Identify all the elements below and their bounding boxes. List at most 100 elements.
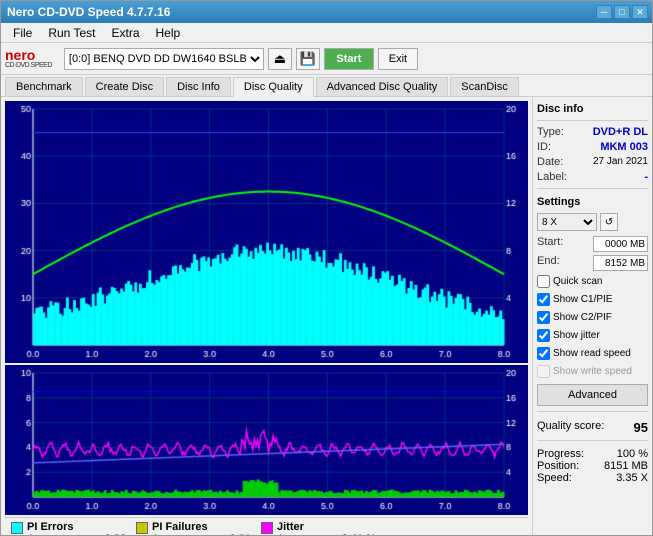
divider-2 [537, 188, 648, 189]
disc-type-value: DVD+R DL [593, 126, 648, 138]
progress-row: Progress: 100 % [537, 448, 648, 460]
show-c2pif-checkbox[interactable] [537, 311, 550, 324]
settings-title: Settings [537, 196, 648, 208]
show-c1pie-checkbox[interactable] [537, 293, 550, 306]
progress-section: Progress: 100 % Position: 8151 MB Speed:… [537, 448, 648, 484]
progress-label: Progress: [537, 448, 584, 460]
tab-advanced-disc-quality[interactable]: Advanced Disc Quality [316, 77, 449, 96]
disc-date-label: Date: [537, 156, 563, 168]
drive-select[interactable]: [0:0] BENQ DVD DD DW1640 BSLB [64, 48, 264, 70]
show-c1pie-label: Show C1/PIE [553, 294, 612, 305]
pi-errors-values: Average: 0.80 Maximum: 23 Total: 25983 [27, 533, 126, 535]
show-c2pif-label: Show C2/PIF [553, 312, 612, 323]
disc-type-label: Type: [537, 126, 564, 138]
show-read-speed-row: Show read speed [537, 347, 648, 360]
speed-row-prog: Speed: 3.35 X [537, 472, 648, 484]
logo-sub: CD·DVD SPEED [5, 62, 52, 69]
divider-1 [537, 120, 648, 121]
divider-3 [537, 411, 648, 412]
progress-value: 100 % [617, 448, 648, 460]
advanced-button[interactable]: Advanced [537, 384, 648, 406]
start-mb-row: Start: [537, 236, 648, 252]
disc-label-value: - [644, 171, 648, 183]
refresh-button[interactable]: ↺ [600, 213, 618, 231]
quick-scan-checkbox[interactable] [537, 275, 550, 288]
jitter-label: Jitter [277, 521, 376, 533]
close-button[interactable]: ✕ [632, 5, 648, 19]
tab-scan-disc[interactable]: ScanDisc [450, 77, 518, 96]
pi-errors-label: PI Errors [27, 521, 126, 533]
tab-benchmark[interactable]: Benchmark [5, 77, 83, 96]
tab-bar: Benchmark Create Disc Disc Info Disc Qua… [1, 75, 652, 97]
pi-failures-values: Average: 0.01 Maximum: 9 Total: 2908 [152, 533, 251, 535]
show-write-speed-label: Show write speed [553, 366, 632, 377]
disc-date-value: 27 Jan 2021 [593, 156, 648, 168]
show-c1pie-row: Show C1/PIE [537, 293, 648, 306]
show-read-speed-label: Show read speed [553, 348, 631, 359]
disc-label-label: Label: [537, 171, 567, 183]
pif-chart [5, 365, 528, 515]
jitter-avg-val: 8.41 % [336, 533, 376, 535]
speed-select[interactable]: 8 X [537, 213, 597, 231]
pi-avg-val: 0.80 [86, 533, 126, 535]
position-label: Position: [537, 460, 579, 472]
menu-extra[interactable]: Extra [103, 24, 147, 42]
tab-disc-info[interactable]: Disc Info [166, 77, 231, 96]
quick-scan-row: Quick scan [537, 275, 648, 288]
end-mb-input[interactable] [593, 255, 648, 271]
pi-failures-label: PI Failures [152, 521, 251, 533]
jitter-color [261, 522, 273, 534]
quick-scan-label: Quick scan [553, 276, 602, 287]
speed-row: 8 X ↺ [537, 213, 648, 231]
divider-4 [537, 440, 648, 441]
quality-score-label: Quality score: [537, 420, 604, 435]
start-mb-input[interactable] [593, 236, 648, 252]
end-mb-row: End: [537, 255, 648, 271]
menu-help[interactable]: Help [148, 24, 189, 42]
logo-main: nero [5, 48, 52, 62]
position-row: Position: 8151 MB [537, 460, 648, 472]
show-write-speed-row: Show write speed [537, 365, 648, 378]
disc-info-title: Disc info [537, 103, 648, 115]
stats-bar: PI Errors Average: 0.80 Maximum: 23 [5, 517, 528, 535]
show-jitter-checkbox[interactable] [537, 329, 550, 342]
disc-id-row: ID: MKM 003 [537, 141, 648, 153]
minimize-button[interactable]: ─ [596, 5, 612, 19]
position-value: 8151 MB [604, 460, 648, 472]
disc-type-row: Type: DVD+R DL [537, 126, 648, 138]
exit-button[interactable]: Exit [378, 48, 418, 70]
jitter-values: Average: 8.41 % Maximum: 12.6 % [277, 533, 376, 535]
menu-run-test[interactable]: Run Test [40, 24, 103, 42]
jitter-stat: Jitter Average: 8.41 % Maximum: 12.6 % [261, 521, 376, 535]
speed-value: 3.35 X [616, 472, 648, 484]
eject-button[interactable]: ⏏ [268, 48, 292, 70]
disc-label-row: Label: - [537, 171, 648, 183]
menu-bar: File Run Test Extra Help [1, 23, 652, 43]
show-read-speed-checkbox[interactable] [537, 347, 550, 360]
show-c2pif-row: Show C2/PIF [537, 311, 648, 324]
pi-failures-color [136, 522, 148, 534]
window-title: Nero CD-DVD Speed 4.7.7.16 [5, 5, 170, 19]
right-panel: Disc info Type: DVD+R DL ID: MKM 003 Dat… [532, 97, 652, 535]
start-mb-label: Start: [537, 236, 563, 252]
pi-failures-stat: PI Failures Average: 0.01 Maximum: 9 [136, 521, 251, 535]
pi-errors-stat: PI Errors Average: 0.80 Maximum: 23 [11, 521, 126, 535]
save-button[interactable]: 💾 [296, 48, 320, 70]
pif-avg-val: 0.01 [211, 533, 251, 535]
show-write-speed-checkbox [537, 365, 550, 378]
charts-area: PI Errors Average: 0.80 Maximum: 23 [1, 97, 532, 535]
jitter-avg-label: Average: [277, 533, 332, 535]
toolbar: nero CD·DVD SPEED [0:0] BENQ DVD DD DW16… [1, 43, 652, 75]
disc-id-value: MKM 003 [600, 141, 648, 153]
start-button[interactable]: Start [324, 48, 374, 70]
app-window: Nero CD-DVD Speed 4.7.7.16 ─ □ ✕ File Ru… [0, 0, 653, 536]
title-bar: Nero CD-DVD Speed 4.7.7.16 ─ □ ✕ [1, 1, 652, 23]
pi-errors-color [11, 522, 23, 534]
maximize-button[interactable]: □ [614, 5, 630, 19]
main-content: PI Errors Average: 0.80 Maximum: 23 [1, 97, 652, 535]
menu-file[interactable]: File [5, 24, 40, 42]
window-controls: ─ □ ✕ [596, 5, 648, 19]
tab-disc-quality[interactable]: Disc Quality [233, 77, 314, 97]
tab-create-disc[interactable]: Create Disc [85, 77, 164, 96]
app-logo: nero CD·DVD SPEED [5, 48, 52, 69]
